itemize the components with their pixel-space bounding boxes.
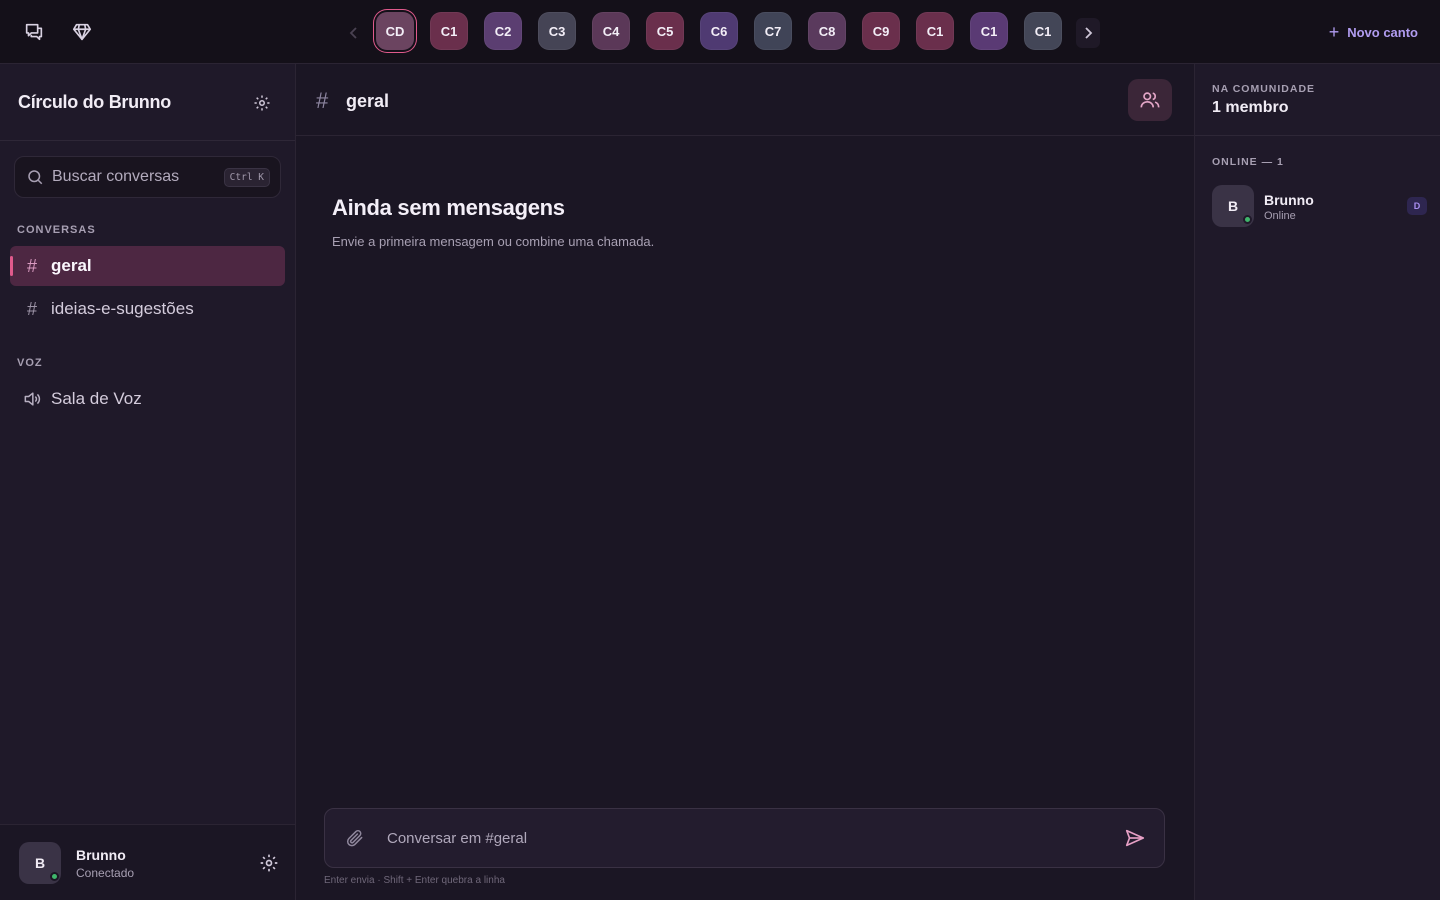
user-settings-icon[interactable]	[259, 853, 279, 873]
members-toggle-button[interactable]	[1128, 79, 1172, 121]
workspace-button-6[interactable]: C5	[646, 12, 684, 50]
online-section-label: ONLINE — 1	[1212, 156, 1284, 168]
chat-area: # geral Ainda sem mensagens Envie a prim…	[296, 64, 1194, 900]
workspace-button-7[interactable]: C6	[700, 12, 738, 50]
chat-header: # geral	[296, 64, 1194, 136]
send-icon[interactable]	[1124, 827, 1146, 849]
channel-title: geral	[346, 91, 390, 111]
voice-channel-sala[interactable]: Sala de Voz	[10, 379, 285, 419]
workspace-button-12[interactable]: C1	[970, 12, 1008, 50]
role-badge: D	[1407, 197, 1427, 215]
workspace-button-8[interactable]: C7	[754, 12, 792, 50]
users-icon	[1140, 92, 1160, 108]
workspace-button-9[interactable]: C8	[808, 12, 846, 50]
user-status: Conectado	[76, 866, 135, 880]
workspace-button-3[interactable]: C2	[484, 12, 522, 50]
channel-label: geral	[51, 256, 92, 275]
new-corner-button[interactable]: + Novo canto	[1329, 20, 1418, 44]
search-input[interactable]: Buscar conversas Ctrl K	[14, 156, 281, 198]
empty-state-subtitle: Envie a primeira mensagem ou combine uma…	[332, 234, 655, 249]
new-corner-label: Novo canto	[1347, 24, 1418, 40]
chat-bubbles-icon[interactable]	[20, 18, 48, 46]
workspace-button-2[interactable]: C1	[430, 12, 468, 50]
composer-hint: Enter envia · Shift + Enter quebra a lin…	[324, 875, 505, 886]
empty-state-title: Ainda sem mensagens	[332, 195, 565, 220]
search-placeholder: Buscar conversas	[52, 168, 180, 185]
hash-icon: #	[26, 298, 37, 319]
search-shortcut-badge: Ctrl K	[223, 167, 270, 187]
top-bar: CD C1 C2 C3 C4 C5 C6 C7 C8 C9 C1 C1 C1 + Novo canto	[0, 0, 1440, 64]
server-settings-icon[interactable]	[253, 94, 271, 112]
member-item[interactable]: B Brunno Online D	[1207, 182, 1429, 230]
hash-icon: #	[26, 255, 37, 276]
paperclip-icon[interactable]	[345, 828, 365, 848]
members-panel: NA COMUNIDADE 1 membro ONLINE — 1 B Brun…	[1194, 64, 1440, 900]
message-input[interactable]	[387, 829, 1124, 847]
channel-item-geral[interactable]: # geral	[10, 246, 285, 286]
scroll-left-button[interactable]	[342, 18, 366, 48]
user-name: Brunno	[76, 847, 126, 863]
workspace-button-5[interactable]: C4	[592, 12, 630, 50]
scroll-right-button[interactable]	[1076, 18, 1100, 48]
voice-channel-label: Sala de Voz	[51, 389, 142, 408]
channel-label: ideias-e-sugestões	[51, 299, 194, 318]
channel-sidebar: Círculo do Brunno Buscar conversas Ctrl …	[0, 64, 296, 900]
online-status-dot	[50, 872, 59, 881]
speaker-icon	[22, 389, 42, 409]
workspace-button-1[interactable]: CD	[376, 12, 414, 50]
plus-icon: +	[1328, 22, 1340, 42]
section-label-voz: VOZ	[17, 357, 43, 369]
server-name[interactable]: Círculo do Brunno	[18, 92, 171, 113]
workspace-button-11[interactable]: C1	[916, 12, 954, 50]
online-status-dot	[1243, 215, 1252, 224]
search-icon	[26, 168, 44, 186]
message-composer	[324, 808, 1165, 868]
members-header: NA COMUNIDADE 1 membro	[1195, 64, 1440, 136]
workspace-button-4[interactable]: C3	[538, 12, 576, 50]
section-label-conversas: CONVERSAS	[17, 224, 96, 236]
user-panel: B Brunno Conectado	[0, 824, 295, 900]
workspace-button-13[interactable]: C1	[1024, 12, 1062, 50]
workspace-button-10[interactable]: C9	[862, 12, 900, 50]
hash-icon: #	[316, 88, 329, 113]
community-label: NA COMUNIDADE	[1212, 83, 1316, 95]
member-status: Online	[1264, 210, 1296, 222]
channel-item-ideias[interactable]: # ideias-e-sugestões	[10, 289, 285, 329]
server-header: Círculo do Brunno	[0, 64, 295, 141]
member-count: 1 membro	[1212, 99, 1289, 116]
gem-icon[interactable]	[68, 18, 96, 46]
member-name: Brunno	[1264, 192, 1314, 208]
